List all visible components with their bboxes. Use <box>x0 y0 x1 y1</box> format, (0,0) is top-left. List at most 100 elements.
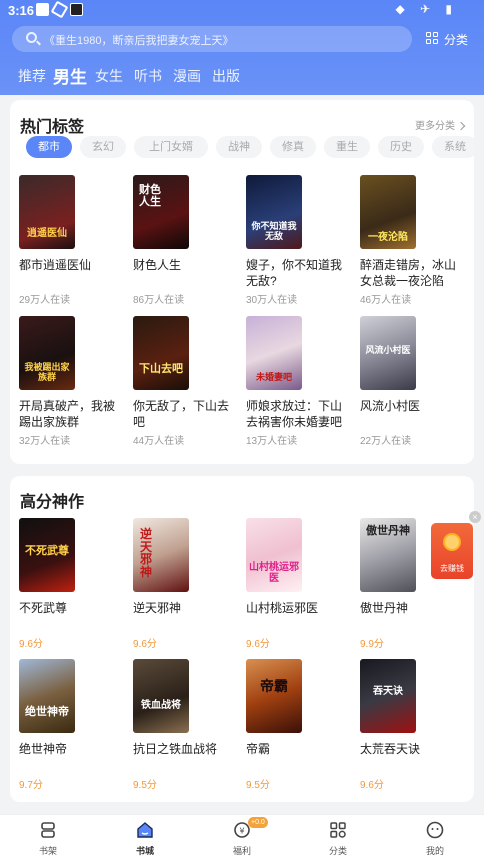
grid-icon <box>426 32 439 45</box>
book-score: 9.5分 <box>133 780 157 791</box>
earn-money-label: 去赚钱 <box>440 564 464 573</box>
book-cover: 逆天邪神 <box>133 518 189 592</box>
tab-male[interactable]: 男生 <box>53 63 87 88</box>
bookstore-icon <box>137 822 153 838</box>
nav-label: 福利 <box>232 846 251 856</box>
chip-xuanhuan[interactable]: 玄幻 <box>80 136 126 158</box>
bottom-nav: 书架 书城 ¥ +0.0 福利 分类 我的 <box>0 814 484 860</box>
book-cover: 绝世神帝 <box>19 659 75 733</box>
book-title: 风流小村医 <box>360 399 421 413</box>
book-score: 9.6分 <box>246 639 270 650</box>
section-title: 高分神作 <box>20 494 85 511</box>
book-cover: 未婚妻吧 <box>246 316 302 390</box>
nav-label: 我的 <box>425 846 444 856</box>
nav-profile[interactable]: 我的 <box>405 821 465 859</box>
book-readers: 32万人在读 <box>19 436 71 447</box>
book-readers: 86万人在读 <box>133 295 185 306</box>
book-title: 师娘求放过：下山去祸害你未婚妻吧 <box>246 399 343 429</box>
category-button[interactable]: 分类 <box>420 28 478 50</box>
book-score: 9.5分 <box>246 780 270 791</box>
book-cover: 帝霸 <box>246 659 302 733</box>
book-title: 山村桃运邪医 <box>246 601 319 615</box>
book-score: 9.6分 <box>360 780 384 791</box>
book-cover: 山村桃运邪医 <box>246 518 302 592</box>
book-cover: 风流小村医 <box>360 316 416 390</box>
nav-bookstore[interactable]: 书城 <box>115 821 175 859</box>
book-title: 财色人生 <box>133 258 182 272</box>
book-readers: 46万人在读 <box>360 295 412 306</box>
book-title: 嫂子，你不知道我无敌? <box>246 258 343 288</box>
search-icon <box>26 32 37 43</box>
chip-shangmen[interactable]: 上门女婿 <box>134 136 208 158</box>
book-score: 9.6分 <box>19 639 43 650</box>
nav-label: 分类 <box>328 846 347 856</box>
profile-icon <box>426 821 444 839</box>
system-icons: ◆ ✈ ▮ <box>395 2 458 16</box>
book-cover: 财色人生 <box>133 175 189 249</box>
book-cover: 一夜沦陷 <box>360 175 416 249</box>
search-placeholder: 《重生1980，断亲后我把妻女宠上天》 <box>44 35 234 47</box>
earn-money-float[interactable]: 去赚钱 × <box>431 511 481 579</box>
book-cover: 不死武尊 <box>19 518 75 592</box>
book-title: 醉酒走错房，冰山女总裁一夜沦陷 <box>360 258 457 288</box>
book-title: 逆天邪神 <box>133 601 182 615</box>
book-title: 你无敌了，下山去吧 <box>133 399 230 429</box>
book-score: 9.7分 <box>19 780 43 791</box>
chip-dushi[interactable]: 都市 <box>26 136 72 158</box>
category-button-label: 分类 <box>444 33 469 47</box>
book-score: 9.9分 <box>360 639 384 650</box>
book-title: 开局真破产，我被踢出家族群 <box>19 399 116 429</box>
book-cover: 下山去吧 <box>133 316 189 390</box>
nav-bookshelf[interactable]: 书架 <box>18 821 78 859</box>
book-readers: 29万人在读 <box>19 295 71 306</box>
tab-comics[interactable]: 漫画 <box>173 66 201 86</box>
hot-tags-section: 热门标签 更多分类 都市 玄幻 上门女婿 战神 修真 重生 历史 系统 逍遥医仙… <box>10 100 474 464</box>
chip-chongsheng[interactable]: 重生 <box>324 136 370 158</box>
nav-category[interactable]: 分类 <box>308 821 368 859</box>
book-cover: 我被踢出家族群 <box>19 316 75 390</box>
tab-audiobook[interactable]: 听书 <box>134 66 162 86</box>
close-icon[interactable]: × <box>469 511 481 523</box>
chip-zhanshen[interactable]: 战神 <box>216 136 262 158</box>
search-bar[interactable]: 《重生1980，断亲后我把妻女宠上天》 <box>12 26 412 52</box>
tag-chips: 都市 玄幻 上门女婿 战神 修真 重生 历史 系统 <box>26 136 474 160</box>
status-bar: 3:16 ◆ ✈ ▮ <box>0 0 484 20</box>
book-title: 傲世丹神 <box>360 601 409 615</box>
svg-text:¥: ¥ <box>239 827 244 836</box>
nav-label: 书架 <box>38 846 57 856</box>
tab-female[interactable]: 女生 <box>95 66 123 86</box>
book-title: 都市逍遥医仙 <box>19 258 92 272</box>
book-cover: 铁血战将 <box>133 659 189 733</box>
top-rated-section: 高分神作 不死武尊 不死武尊 9.6分 逆天邪神 逆天邪神 9.6分 山村桃运邪… <box>10 476 474 802</box>
chip-xitong[interactable]: 系统 <box>432 136 474 158</box>
book-title: 不死武尊 <box>19 601 68 615</box>
coin-icon <box>443 533 461 551</box>
app-icon <box>70 3 83 16</box>
nav-welfare[interactable]: ¥ +0.0 福利 <box>212 817 272 859</box>
book-cover: 你不知道我无敌 <box>246 175 302 249</box>
book-cover: 傲世丹神 <box>360 518 416 592</box>
cube-icon <box>50 0 69 19</box>
book-readers: 22万人在读 <box>360 436 412 447</box>
book-title: 抗日之铁血战将 <box>133 742 218 756</box>
tab-recommend[interactable]: 推荐 <box>18 66 46 86</box>
book-readers: 13万人在读 <box>246 436 298 447</box>
book-cover: 逍遥医仙 <box>19 175 75 249</box>
section-title: 热门标签 <box>20 119 85 136</box>
tab-publish[interactable]: 出版 <box>212 66 240 86</box>
notification-icon <box>36 3 49 16</box>
bookshelf-icon <box>41 822 55 838</box>
status-time: 3:16 <box>8 3 35 18</box>
book-title: 太荒吞天诀 <box>360 742 421 756</box>
book-title: 绝世神帝 <box>19 742 68 756</box>
book-title: 帝霸 <box>246 742 271 756</box>
more-categories-link[interactable]: 更多分类 <box>415 117 464 132</box>
chip-lishi[interactable]: 历史 <box>378 136 424 158</box>
chip-xiuzhen[interactable]: 修真 <box>270 136 316 158</box>
category-icon <box>330 822 346 838</box>
book-score: 9.6分 <box>133 639 157 650</box>
book-cover: 吞天诀 <box>360 659 416 733</box>
book-readers: 30万人在读 <box>246 295 298 306</box>
book-readers: 44万人在读 <box>133 436 185 447</box>
nav-label: 书城 <box>135 846 154 856</box>
